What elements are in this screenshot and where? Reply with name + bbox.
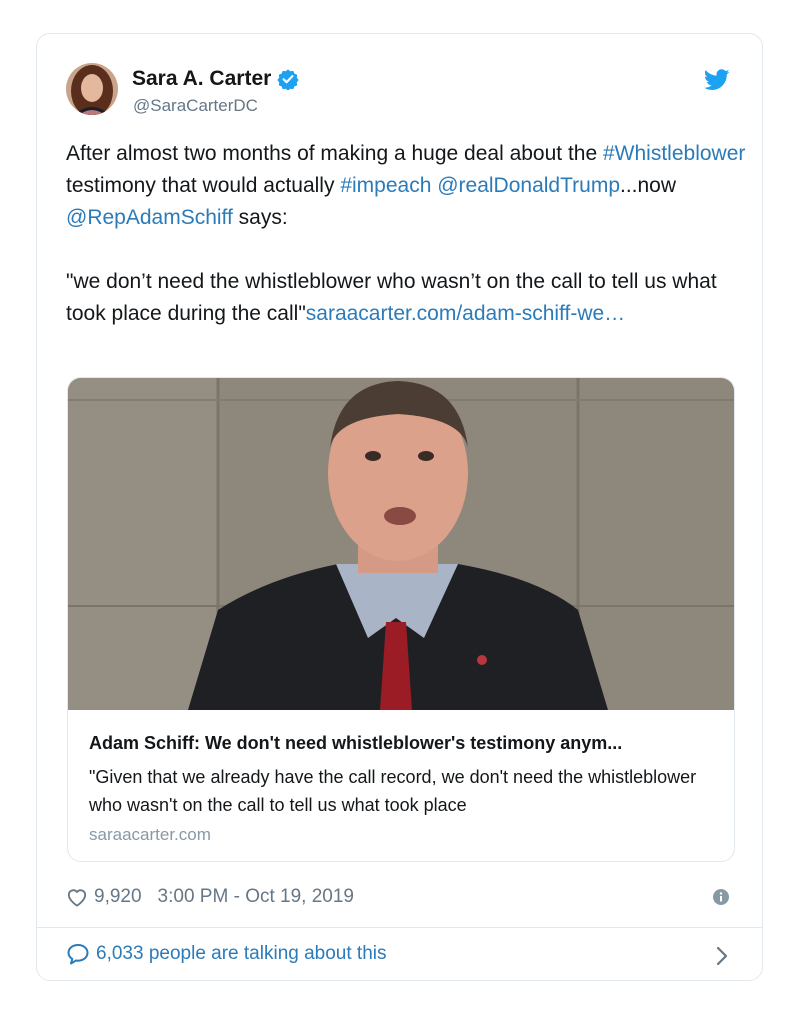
verified-badge-icon [277,69,299,90]
avatar[interactable] [66,63,118,115]
info-icon[interactable] [713,889,729,905]
tweet-text-segment: testimony that would actually [66,174,341,197]
tweet-text-segment: says: [232,206,288,229]
conversation-link[interactable]: 6,033 people are talking about this [66,943,387,965]
tweet-paragraph-2: "we don’t need the whistleblower who was… [66,266,746,330]
like-count[interactable]: 9,920 [94,886,142,908]
author-name-row: Sara A. Carter [132,67,299,91]
heart-icon[interactable] [66,887,88,907]
tweet-meta-row: 9,920 3:00 PM - Oct 19, 2019 [66,886,354,908]
tweet-text: After almost two months of making a huge… [66,138,746,330]
preview-domain: saraacarter.com [89,825,211,844]
tweet-text-segment: ...now [620,174,677,197]
timestamp-link[interactable]: 3:00 PM - Oct 19, 2019 [158,886,354,908]
hashtag-whistleblower-link[interactable]: #Whistleblower [603,142,745,165]
preview-title[interactable]: Adam Schiff: We don't need whistleblower… [89,733,719,754]
mention-repadamschiff-link[interactable]: @RepAdamSchiff [66,206,233,229]
article-url-link[interactable]: saraacarter.com/adam-schiff-we… [306,302,625,325]
conversation-label[interactable]: 6,033 people are talking about this [96,943,387,965]
tweet-text-segment: After almost two months of making a huge… [66,142,603,165]
preview-description: "Given that we already have the call rec… [89,767,697,815]
divider [37,927,762,928]
display-name[interactable]: Sara A. Carter [132,67,271,91]
hashtag-impeach-link[interactable]: #impeach [340,174,431,197]
twitter-bird-icon[interactable] [704,69,730,91]
speech-bubble-icon [67,944,89,965]
tweet-paragraph-1: After almost two months of making a huge… [66,138,746,234]
mention-realdonaldtrump-link[interactable]: @realDonaldTrump [437,174,620,197]
user-handle[interactable]: @SaraCarterDC [133,96,258,116]
tweet-embed-card: Sara A. Carter @SaraCarterDC After almos… [36,33,763,981]
chevron-right-icon[interactable] [716,946,728,966]
preview-image[interactable] [68,378,735,710]
link-preview-card[interactable]: Adam Schiff: We don't need whistleblower… [67,377,735,862]
